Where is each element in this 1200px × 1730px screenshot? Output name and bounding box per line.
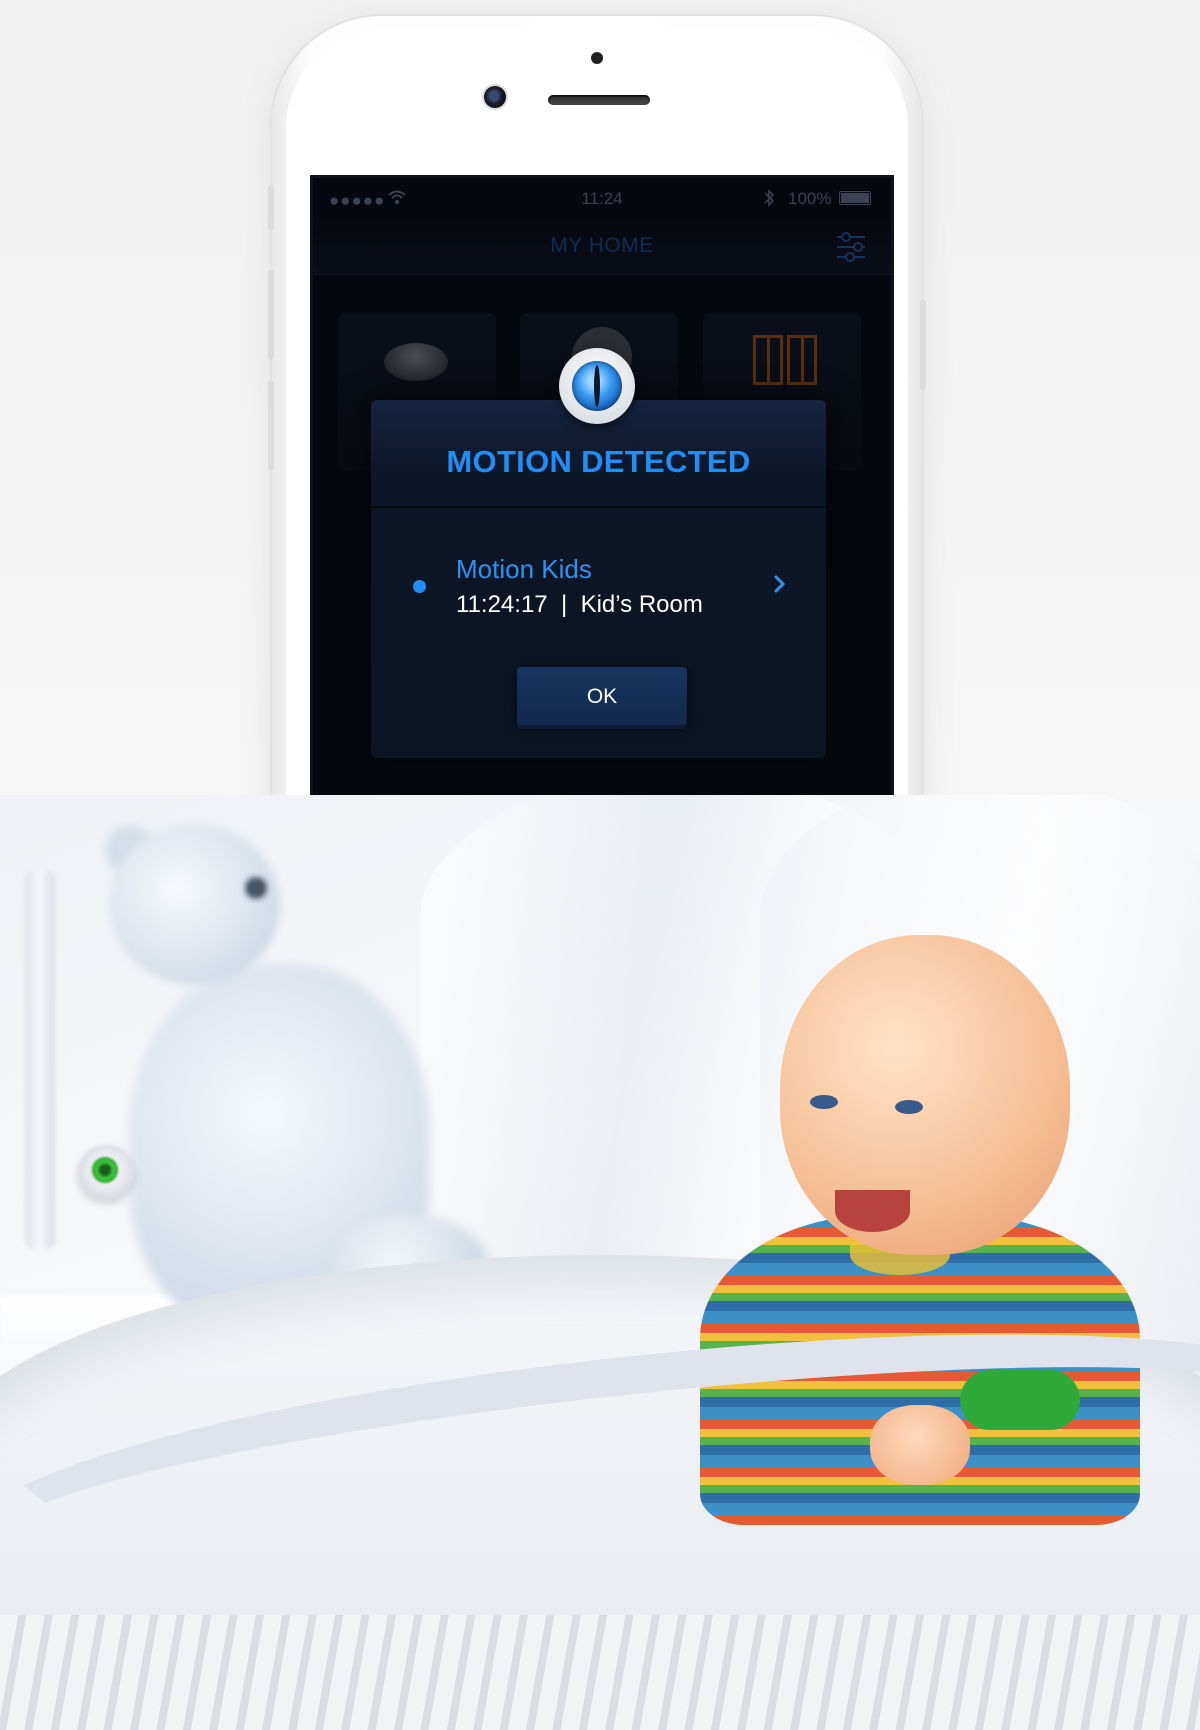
nursery-photo <box>0 795 1200 1730</box>
motion-alert-dialog: MOTION DETECTED Motion Kids 11:24:17 | K… <box>371 400 826 758</box>
battery-icon <box>839 191 871 205</box>
nav-bar: MY HOME <box>313 220 891 275</box>
event-meta: 11:24:17 | Kid’s Room <box>456 591 703 619</box>
window-icon <box>753 335 821 387</box>
teddy-bear-nose <box>245 877 267 899</box>
page-title: MY HOME <box>550 234 654 257</box>
baby-eye-right <box>895 1100 923 1114</box>
baby-green-cuff <box>960 1370 1080 1430</box>
battery-percent: 100% <box>788 189 832 208</box>
earpiece-speaker <box>548 95 650 105</box>
volume-down-button <box>268 380 274 470</box>
motion-sensor-device <box>78 1145 134 1201</box>
event-separator: | <box>560 591 568 618</box>
teddy-bear-head <box>110 825 280 985</box>
volume-up-button <box>268 270 274 360</box>
baby-smile <box>835 1190 910 1232</box>
baby-eye-left <box>810 1095 838 1109</box>
sliders-icon[interactable] <box>837 230 867 264</box>
front-camera <box>484 86 506 108</box>
event-indicator-dot <box>413 580 426 593</box>
dialog-divider <box>371 506 826 508</box>
eye-sensor-icon <box>559 348 635 424</box>
ok-button[interactable]: OK <box>517 667 687 725</box>
chevron-right-icon[interactable] <box>771 570 787 604</box>
status-bar: ●●●●● 11:24 100% <box>313 178 891 220</box>
product-hero-top: ●●●●● 11:24 100% MY HOME MOTION DETECTED… <box>0 0 1200 795</box>
dialog-title: MOTION DETECTED <box>446 444 751 479</box>
power-button <box>920 300 926 390</box>
bluetooth-icon <box>763 188 775 213</box>
mute-switch <box>268 185 274 230</box>
motion-sensor-icon <box>384 343 448 381</box>
lamp-stand <box>25 870 55 1250</box>
event-row[interactable]: Motion Kids 11:24:17 | Kid’s Room <box>371 550 826 630</box>
event-room: Kid’s Room <box>580 591 703 618</box>
proximity-sensor <box>591 52 603 64</box>
event-time: 11:24:17 <box>456 591 548 618</box>
event-name: Motion Kids <box>456 554 592 584</box>
crib-bars <box>0 1615 1200 1730</box>
baby-hand <box>870 1405 970 1485</box>
